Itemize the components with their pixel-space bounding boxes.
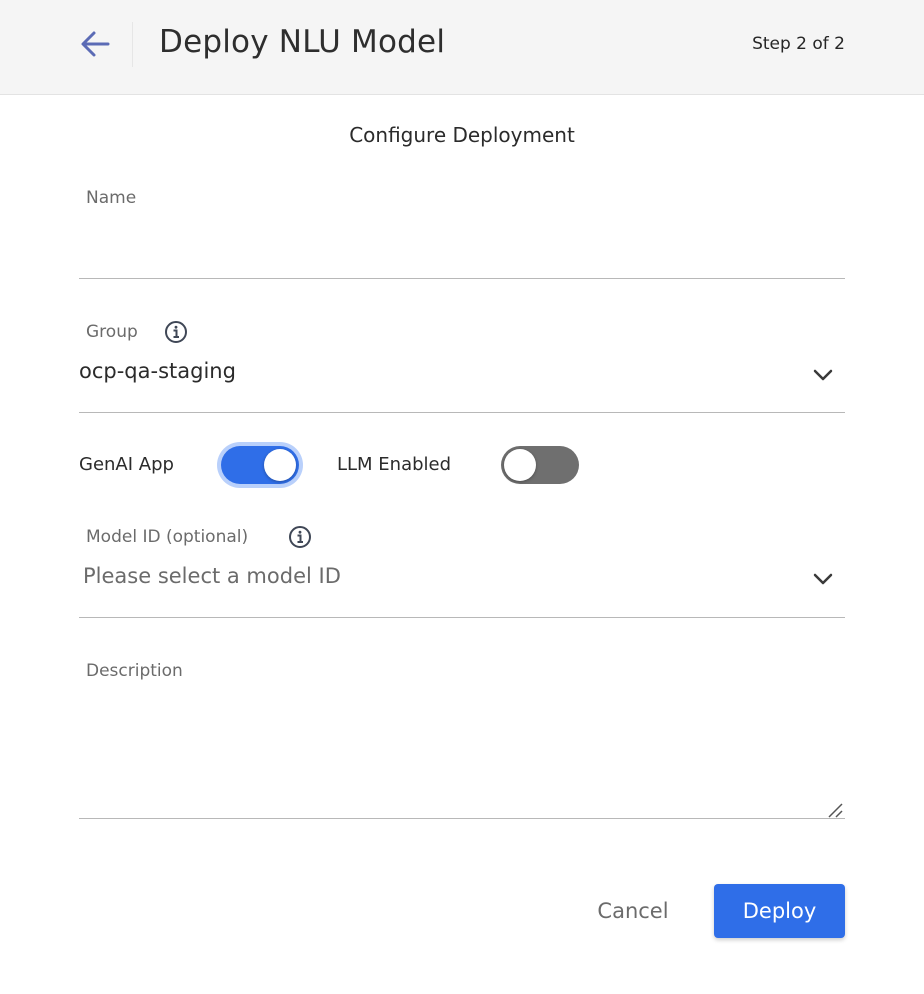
toggle-knob [504, 449, 536, 481]
llm-enabled-label: LLM Enabled [337, 454, 452, 475]
name-label: Name [86, 188, 137, 208]
chevron-down-icon[interactable] [811, 567, 835, 591]
header-divider [132, 22, 133, 67]
description-textarea[interactable] [79, 692, 845, 816]
llm-enabled-toggle[interactable] [501, 446, 579, 484]
model-id-underline [79, 617, 845, 618]
dialog-header: Deploy NLU Model Step 2 of 2 [0, 0, 924, 95]
model-id-label: Model ID (optional) [86, 527, 249, 547]
model-id-select-placeholder[interactable]: Please select a model ID [83, 564, 341, 588]
deploy-button[interactable]: Deploy [714, 884, 845, 938]
resize-grip-icon[interactable] [826, 801, 844, 819]
toggle-knob [264, 449, 296, 481]
group-select-value[interactable]: ocp-qa-staging [79, 359, 236, 383]
info-icon[interactable] [288, 525, 312, 549]
info-icon[interactable] [164, 320, 188, 344]
arrow-left-icon [81, 31, 110, 57]
genai-app-label: GenAI App [79, 454, 174, 475]
genai-app-toggle[interactable] [221, 446, 299, 484]
chevron-down-icon[interactable] [811, 363, 835, 387]
step-indicator: Step 2 of 2 [752, 34, 845, 54]
cancel-button[interactable]: Cancel [582, 884, 684, 938]
name-input[interactable] [79, 222, 845, 278]
name-underline [79, 278, 845, 279]
group-underline [79, 412, 845, 413]
group-label: Group [86, 322, 138, 342]
description-underline [79, 818, 845, 819]
page-title: Deploy NLU Model [159, 24, 446, 60]
description-label: Description [86, 661, 183, 681]
back-button[interactable] [78, 26, 114, 62]
section-title: Configure Deployment [349, 123, 575, 147]
